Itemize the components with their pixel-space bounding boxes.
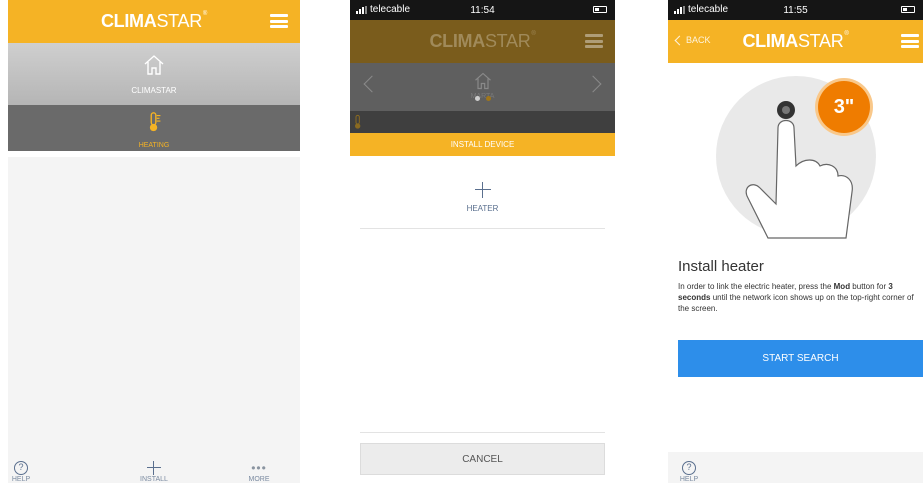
help-circle-icon: ? (682, 461, 696, 475)
dimmed-background: telecable 11:54 CLIMASTAR® MARTA (350, 0, 615, 133)
cancel-button[interactable]: CANCEL (360, 443, 605, 475)
plus-icon (147, 461, 161, 475)
heating-label: HEATING (138, 142, 170, 149)
page-indicator (474, 96, 491, 101)
brand-logo: CLIMASTAR® (100, 11, 208, 31)
home-banner[interactable]: CLIMASTAR (8, 43, 300, 105)
clock: 11:55 (783, 4, 808, 16)
content-area (8, 157, 300, 483)
press-button-illustration: 3" (668, 63, 923, 253)
home-banner: MARTA (350, 63, 615, 111)
tab-help[interactable]: ? HELP (10, 461, 32, 483)
install-instructions: In order to link the electric heater, pr… (678, 282, 914, 313)
brand-logo: CLIMASTAR® (429, 31, 536, 51)
menu-icon[interactable] (270, 14, 288, 28)
signal-icon (356, 5, 367, 14)
cancel-area: CANCEL (360, 432, 605, 475)
home-screen: CLIMASTAR® CLIMASTAR HEATING ? HELP INST… (8, 0, 300, 483)
bottom-tab-bar: ? HELP (668, 452, 923, 483)
heating-category[interactable]: HEATING (8, 105, 300, 151)
banner-label: CLIMASTAR (131, 86, 177, 95)
home-icon (144, 55, 164, 75)
carrier-name: telecable (370, 4, 411, 15)
tab-install[interactable]: INSTALL (131, 461, 177, 483)
battery-icon (901, 6, 915, 13)
menu-icon[interactable] (901, 34, 919, 48)
heater-option[interactable]: HEATER (360, 156, 605, 229)
chevron-left-icon (674, 35, 685, 45)
clock: 11:54 (470, 4, 495, 16)
plus-icon (474, 182, 491, 198)
tab-more[interactable]: ••• MORE (246, 461, 272, 483)
back-button[interactable]: BACK (674, 35, 711, 45)
app-header: CLIMASTAR® (350, 20, 615, 63)
heating-category (350, 111, 615, 133)
brand-logo: CLIMASTAR® (742, 31, 849, 51)
install-heater-title: Install heater (678, 258, 764, 275)
app-header: BACK CLIMASTAR® (668, 20, 923, 63)
thermometer-icon (355, 114, 361, 129)
install-heater-screen: telecable 11:55 BACK CLIMASTAR® 3" Insta… (668, 0, 923, 483)
home-icon (474, 72, 491, 90)
install-device-title: INSTALL DEVICE (350, 133, 615, 156)
app-header: CLIMASTAR® (8, 0, 300, 43)
heater-label: HEATER (466, 204, 499, 213)
more-dots-icon: ••• (251, 461, 267, 475)
thermometer-icon (149, 112, 161, 132)
bottom-tab-bar: ? HELP INSTALL ••• MORE (8, 452, 300, 483)
install-device-screen: telecable 11:54 CLIMASTAR® MARTA INSTALL… (350, 0, 615, 483)
tab-help[interactable]: ? HELP (678, 461, 700, 483)
signal-icon (674, 5, 685, 14)
status-bar: telecable 11:55 (668, 0, 923, 20)
start-search-button[interactable]: START SEARCH (678, 340, 923, 377)
menu-icon (585, 34, 603, 48)
timer-badge: 3" (818, 81, 870, 133)
battery-icon (593, 6, 607, 13)
help-circle-icon: ? (14, 461, 28, 475)
status-bar: telecable 11:54 (350, 0, 615, 20)
carrier-name: telecable (688, 4, 729, 15)
